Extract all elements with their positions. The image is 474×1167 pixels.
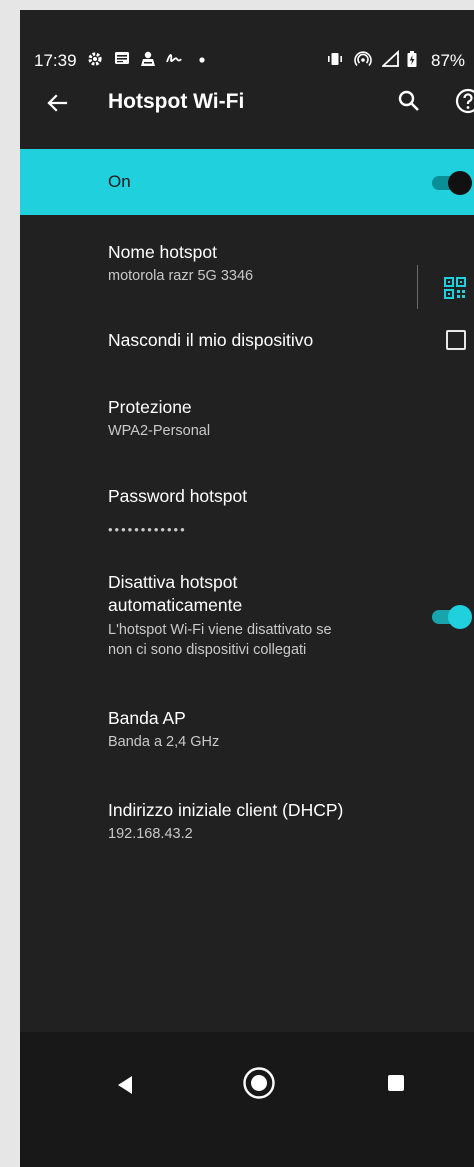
search-button[interactable] (396, 88, 422, 114)
master-toggle-thumb (448, 171, 472, 195)
help-icon (455, 88, 474, 114)
nav-home-button[interactable] (242, 1066, 276, 1100)
dhcp-value: 192.168.43.2 (108, 826, 193, 842)
phone-screen: 17:39 87% Hotspot Wi-Fi On Nome hotspot … (20, 10, 474, 1167)
back-button[interactable] (42, 88, 72, 118)
master-toggle[interactable] (432, 170, 474, 196)
hotspot-name-item[interactable]: Nome hotspot motorola razr 5G 3346 (20, 238, 474, 308)
auto-off-toggle[interactable] (432, 604, 474, 630)
auto-off-summary-line2: non ci sono dispositivi collegati (108, 642, 307, 658)
ap-band-value: Banda a 2,4 GHz (108, 734, 220, 750)
notes-icon (114, 50, 130, 72)
auto-off-title-line1: Disattiva hotspot (108, 572, 238, 592)
security-value: WPA2-Personal (108, 423, 211, 439)
security-title: Protezione (108, 397, 192, 417)
hide-device-item[interactable]: Nascondi il mio dispositivo (20, 326, 474, 366)
status-time: 17:39 (34, 51, 77, 70)
ap-band-item[interactable]: Banda AP Banda a 2,4 GHz (20, 708, 474, 768)
hide-device-title: Nascondi il mio dispositivo (108, 330, 314, 350)
auto-off-toggle-thumb (448, 605, 472, 629)
help-button[interactable] (454, 87, 474, 115)
navigation-bar (20, 1032, 474, 1167)
battery-percent: 87% (431, 51, 466, 70)
search-icon (398, 90, 419, 111)
password-item[interactable]: Password hotspot (20, 486, 474, 546)
hotspot-name-value: motorola razr 5G 3346 (108, 268, 254, 284)
master-switch-label: On (108, 172, 131, 191)
dhcp-title: Indirizzo iniziale client (DHCP) (108, 800, 344, 820)
ap-band-title: Banda AP (108, 708, 186, 728)
security-item[interactable]: Protezione WPA2-Personal (20, 397, 474, 457)
qr-code-button[interactable] (444, 277, 466, 299)
master-switch-bar[interactable]: On (20, 149, 474, 215)
nav-recents-button[interactable] (388, 1075, 404, 1091)
home-circle-icon (243, 1067, 275, 1099)
hide-device-checkbox[interactable] (446, 330, 466, 350)
qr-code-icon (444, 277, 466, 299)
item-divider (417, 265, 418, 309)
hotspot-name-title: Nome hotspot (108, 242, 217, 262)
arrow-left-icon (47, 94, 68, 112)
auto-off-summary-line1: L'hotspot Wi-Fi viene disattivato se (108, 622, 332, 638)
triangle-back-icon (118, 1076, 132, 1094)
dhcp-item[interactable]: Indirizzo iniziale client (DHCP) 192.168… (20, 800, 474, 860)
password-value: •••••••••••• (108, 522, 187, 537)
nav-back-button[interactable] (115, 1074, 135, 1096)
auto-off-title-line2: automaticamente (108, 595, 243, 615)
password-title: Password hotspot (108, 486, 248, 506)
page-title: Hotspot Wi-Fi (108, 90, 245, 113)
app-bar: Hotspot Wi-Fi (20, 70, 474, 148)
auto-off-item[interactable]: Disattiva hotspot automaticamente L'hots… (20, 572, 474, 672)
